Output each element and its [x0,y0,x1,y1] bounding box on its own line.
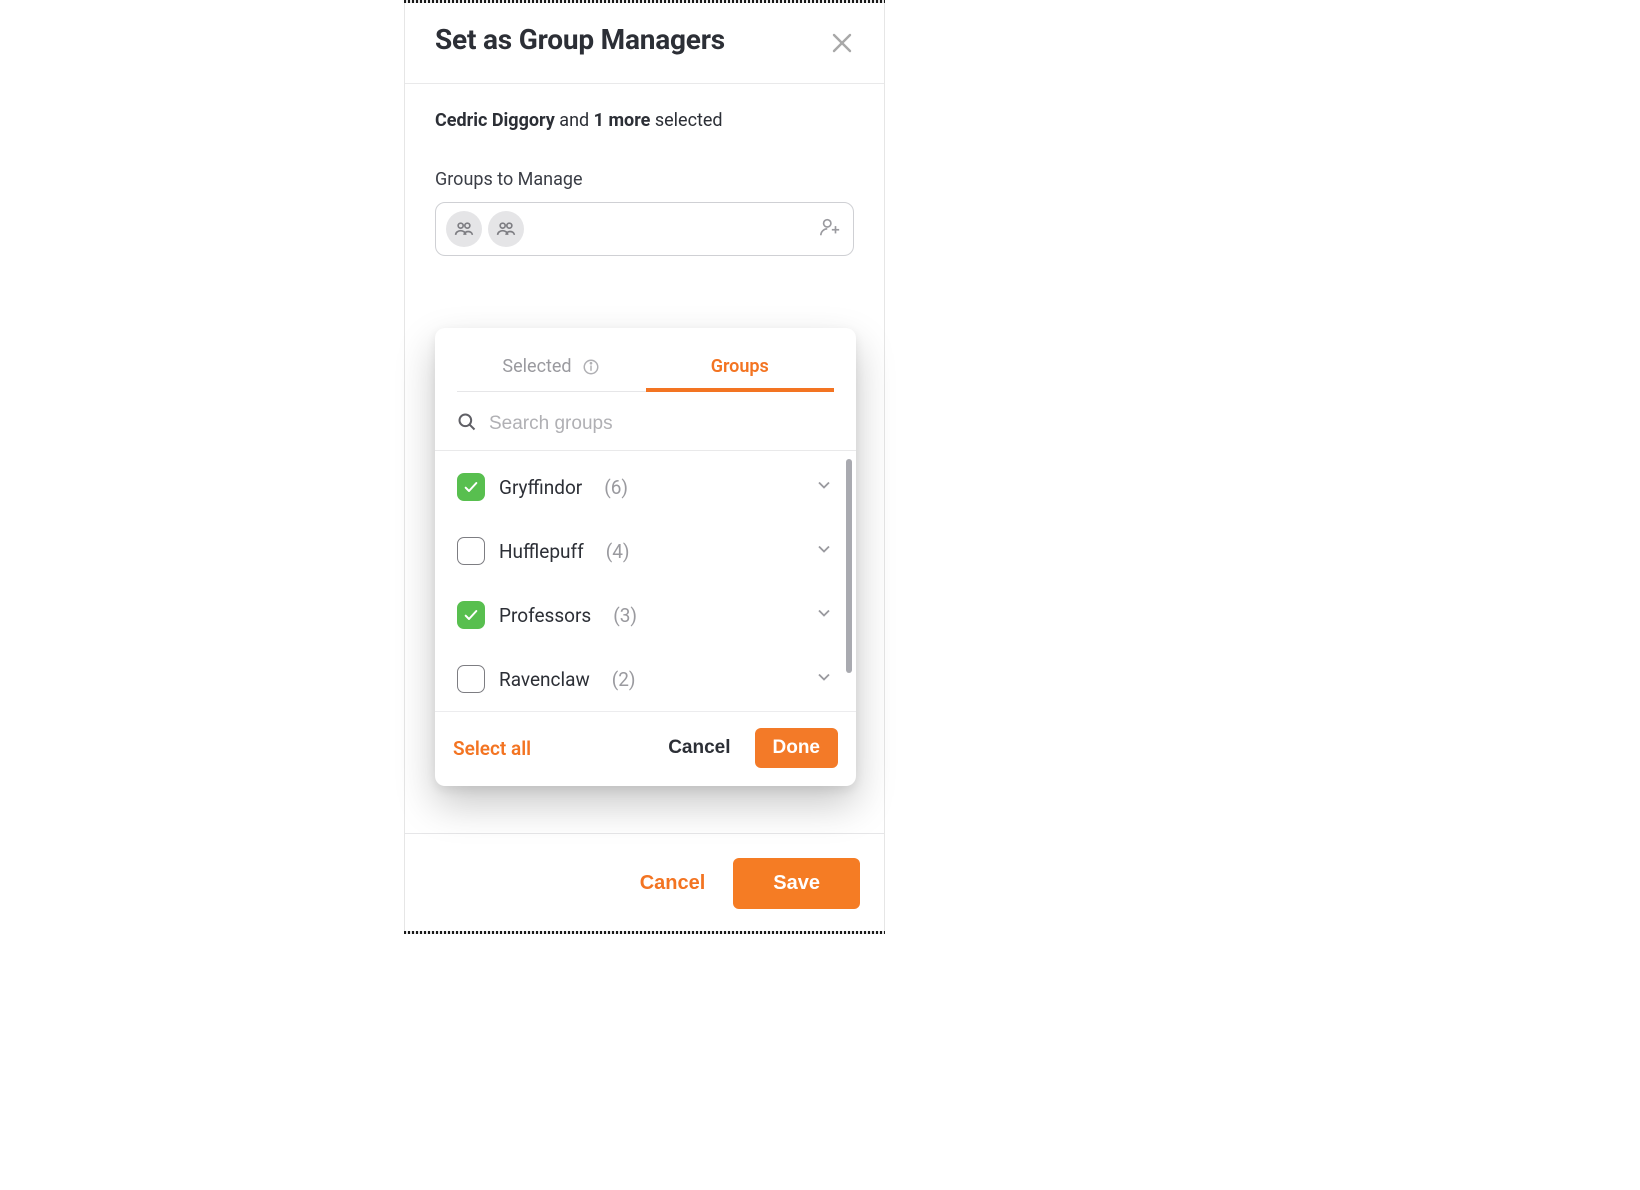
modal-footer: Cancel Save [405,833,884,933]
modal-bottom-decoration [404,931,885,934]
chevron-down-icon[interactable] [814,603,834,627]
chevron-down-icon[interactable] [814,667,834,691]
selection-summary: Cedric Diggory and 1 more selected [435,110,854,131]
list-item: Ravenclaw (2) [457,647,834,711]
selection-trailing-text: selected [650,110,722,131]
groups-to-manage-label: Groups to Manage [435,169,854,190]
list-item: Hufflepuff (4) [457,519,834,583]
dropdown-tabs: Selected Groups [457,346,834,392]
modal-title: Set as Group Managers [435,23,725,56]
select-all-button[interactable]: Select all [453,737,531,760]
group-icon [454,219,474,239]
chevron-down-icon[interactable] [814,539,834,563]
selected-user-name: Cedric Diggory [435,110,555,131]
cancel-button[interactable]: Cancel [630,860,716,907]
checkbox[interactable] [457,601,485,629]
group-count: (6) [604,476,628,499]
selected-group-chips [446,211,524,247]
group-chip[interactable] [488,211,524,247]
modal-body: Cedric Diggory and 1 more selected Group… [405,84,884,833]
search-input[interactable] [489,413,834,435]
search-row [435,392,856,451]
info-icon[interactable] [582,358,600,376]
group-count: (4) [606,540,630,563]
tab-selected-label: Selected [502,356,571,377]
group-icon [496,219,516,239]
checkbox[interactable] [457,473,485,501]
group-name: Gryffindor [499,476,582,499]
group-name: Ravenclaw [499,668,590,691]
chevron-down-icon[interactable] [814,475,834,499]
add-person-icon[interactable] [819,216,841,242]
set-group-managers-modal: Set as Group Managers Cedric Diggory and… [404,3,885,933]
search-icon [457,412,477,436]
groups-dropdown: Selected Groups [435,328,856,786]
save-button[interactable]: Save [733,858,860,909]
tab-selected[interactable]: Selected [457,346,646,391]
checkbox[interactable] [457,665,485,693]
close-icon[interactable] [830,31,854,59]
tab-groups[interactable]: Groups [646,346,835,391]
group-chip[interactable] [446,211,482,247]
modal-header: Set as Group Managers [405,3,884,84]
group-count: (2) [612,668,636,691]
dropdown-footer: Select all Cancel Done [435,711,856,786]
selection-and-text: and [555,110,594,131]
list-item: Gryffindor (6) [457,455,834,519]
selected-more-count: 1 more [594,110,651,131]
checkbox[interactable] [457,537,485,565]
group-count: (3) [613,604,637,627]
groups-input[interactable] [435,202,854,256]
dropdown-done-button[interactable]: Done [755,728,839,768]
group-name: Professors [499,604,591,627]
list-item: Professors (3) [457,583,834,647]
group-name: Hufflepuff [499,540,584,563]
groups-list: Gryffindor (6) Hufflepuff (4) [435,451,856,711]
scrollbar[interactable] [846,459,852,673]
tab-groups-label: Groups [711,356,769,377]
dropdown-cancel-button[interactable]: Cancel [658,729,740,767]
